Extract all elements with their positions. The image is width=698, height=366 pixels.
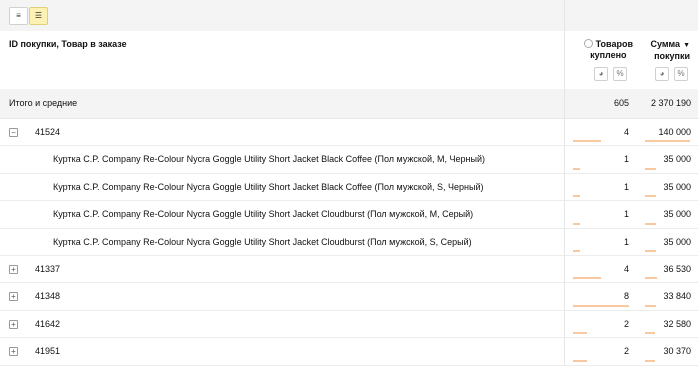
items-bought-header[interactable]: Товаров куплено — [583, 39, 633, 61]
list-icon: ≡ — [16, 11, 21, 20]
sum-share-bar — [645, 168, 656, 170]
purchase-id: 41337 — [35, 264, 61, 274]
purchase-sum-value: 35 000 — [663, 154, 691, 164]
table-header: ID покупки, Товар в заказе Товаров купле… — [0, 31, 698, 88]
items-bought-value: 1 — [623, 182, 629, 192]
items-bought-value: 2 — [623, 319, 629, 329]
purchase-sum-value: 35 000 — [663, 182, 691, 192]
items-share-bar — [573, 223, 580, 225]
order-item-row[interactable]: Куртка C.P. Company Re-Colour Nycra Gogg… — [0, 229, 698, 256]
sum-share-bar — [645, 332, 655, 334]
collapse-icon[interactable]: − — [9, 128, 18, 137]
chart-icon[interactable]: ◕ — [594, 67, 608, 81]
totals-items: 605 — [613, 98, 629, 108]
expand-icon[interactable]: + — [9, 320, 18, 329]
tree-list-icon: ☰ — [34, 11, 43, 20]
items-share-bar — [573, 360, 587, 362]
sort-desc-icon: ▼ — [683, 42, 690, 49]
column-select-radio[interactable] — [583, 39, 593, 48]
expand-icon[interactable]: + — [9, 265, 18, 274]
items-bought-value: 4 — [623, 264, 629, 274]
purchase-row[interactable]: +41348 8 33 840 — [0, 283, 698, 311]
totals-row: Итого и средние 605 2 370 190 — [0, 89, 698, 119]
product-name: Куртка C.P. Company Re-Colour Nycra Gogg… — [53, 154, 485, 164]
column-divider — [564, 0, 565, 366]
sum-share-bar — [645, 250, 656, 252]
purchase-sum-value: 36 530 — [663, 264, 691, 274]
items-bought-value: 1 — [623, 209, 629, 219]
purchase-sum-value: 35 000 — [663, 209, 691, 219]
totals-sum: 2 370 190 — [650, 98, 691, 108]
purchase-sum-header[interactable]: Сумма ▼ покупки — [650, 39, 690, 62]
items-share-bar — [573, 305, 629, 307]
sum-share-bar — [645, 223, 656, 225]
chart-icon[interactable]: ◕ — [655, 67, 669, 81]
items-bought-value: 2 — [623, 346, 629, 356]
expand-icon[interactable]: + — [9, 347, 18, 356]
purchase-id: 41642 — [35, 319, 61, 329]
purchase-row[interactable]: −41524 4 140 000 — [0, 119, 698, 146]
sum-share-bar — [645, 305, 656, 307]
purchase-id: 41524 — [35, 127, 61, 137]
items-share-bar — [573, 250, 580, 252]
percent-icon[interactable]: % — [674, 67, 688, 81]
percent-icon[interactable]: % — [613, 67, 627, 81]
purchase-id: 41951 — [35, 346, 61, 356]
order-item-row[interactable]: Куртка C.P. Company Re-Colour Nycra Gogg… — [0, 146, 698, 174]
items-bought-value: 1 — [623, 154, 629, 164]
purchase-row[interactable]: +41951 2 30 370 — [0, 338, 698, 366]
order-item-row[interactable]: Куртка C.P. Company Re-Colour Nycra Gogg… — [0, 174, 698, 201]
sum-share-bar — [645, 140, 690, 142]
purchase-id: 41348 — [35, 291, 61, 301]
items-bought-value: 4 — [623, 127, 629, 137]
purchase-sum-value: 30 370 — [663, 346, 691, 356]
sum-share-bar — [645, 277, 657, 279]
items-bought-value: 1 — [623, 237, 629, 247]
purchase-sum-value: 32 580 — [663, 319, 691, 329]
sum-share-bar — [645, 360, 655, 362]
flat-list-view-button[interactable]: ≡ — [9, 7, 28, 25]
totals-label: Итого и средние — [9, 98, 78, 108]
sum-share-bar — [645, 195, 656, 197]
dimension-header[interactable]: ID покупки, Товар в заказе — [9, 39, 127, 49]
product-name: Куртка C.P. Company Re-Colour Nycra Gogg… — [53, 237, 472, 247]
purchase-sum-value: 33 840 — [663, 291, 691, 301]
purchase-row[interactable]: +41642 2 32 580 — [0, 311, 698, 338]
items-share-bar — [573, 332, 587, 334]
product-name: Куртка C.P. Company Re-Colour Nycra Gogg… — [53, 182, 484, 192]
items-share-bar — [573, 195, 580, 197]
items-share-bar — [573, 140, 601, 142]
expand-icon[interactable]: + — [9, 292, 18, 301]
items-share-bar — [573, 277, 601, 279]
product-name: Куртка C.P. Company Re-Colour Nycra Gogg… — [53, 209, 474, 219]
tree-view-button[interactable]: ☰ — [29, 7, 48, 25]
purchase-row[interactable]: +41337 4 36 530 — [0, 256, 698, 283]
items-share-bar — [573, 168, 580, 170]
purchase-sum-value: 35 000 — [663, 237, 691, 247]
order-item-row[interactable]: Куртка C.P. Company Re-Colour Nycra Gogg… — [0, 201, 698, 229]
toolbar: ≡ ☰ — [0, 0, 698, 31]
